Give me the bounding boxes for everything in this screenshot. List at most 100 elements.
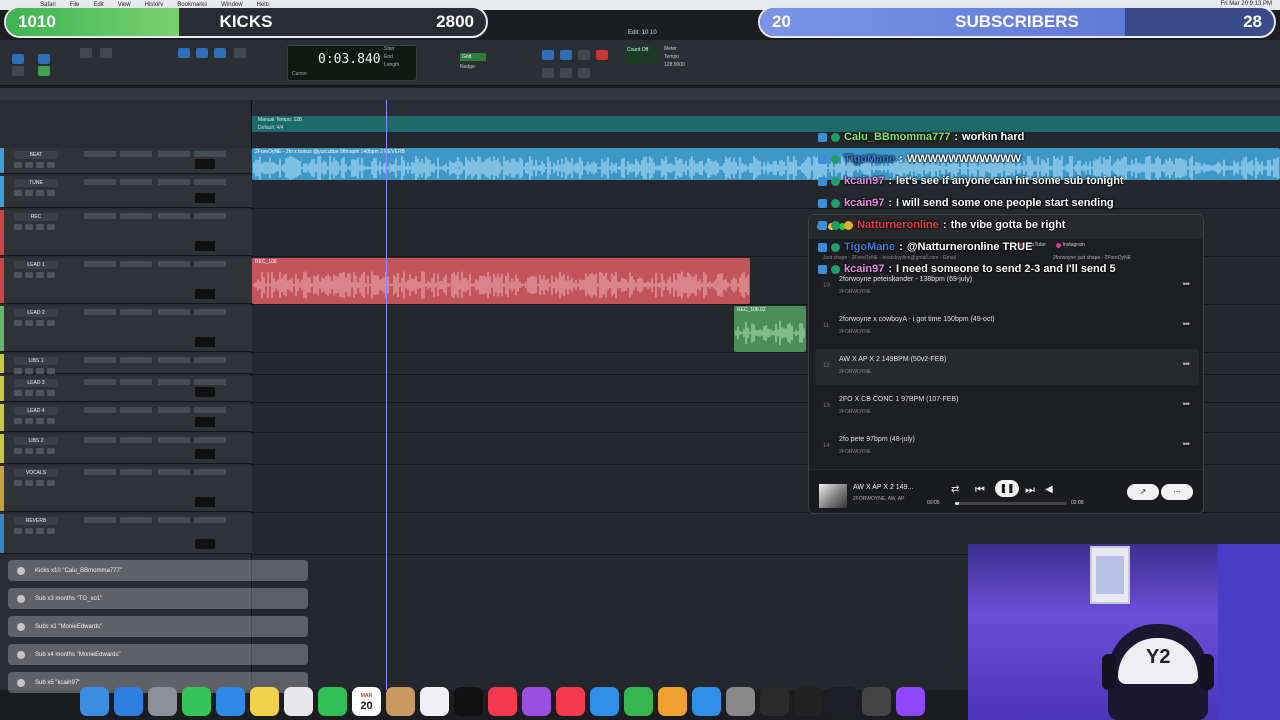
track-artist[interactable]: 2FORWOYNE: [839, 289, 871, 295]
track-row[interactable]: 12 AW X AP X 2 149BPM (50v2-FEB) 2FORWOYNE…: [815, 349, 1199, 385]
more-button[interactable]: ⋯: [1161, 484, 1193, 500]
playhead[interactable]: [386, 100, 387, 690]
insert-slot[interactable]: [158, 517, 190, 523]
insert-slot[interactable]: [84, 357, 116, 363]
input-monitor-button[interactable]: [25, 190, 33, 196]
grabber-tool-button[interactable]: [214, 48, 226, 58]
insert-slot[interactable]: [120, 517, 152, 523]
track-artist[interactable]: 2FORWOYNE: [839, 449, 871, 455]
insert-slot[interactable]: [194, 151, 226, 157]
track-header[interactable]: TUNE: [0, 176, 252, 208]
record-enable-button[interactable]: [14, 418, 22, 424]
chat-username[interactable]: Natturneronline: [857, 217, 939, 233]
track-name[interactable]: REC: [14, 213, 58, 221]
nudge-label[interactable]: Nudge: [460, 64, 475, 70]
pages-app-icon[interactable]: [658, 686, 687, 716]
volume-readout[interactable]: [194, 448, 216, 460]
streamdeck-app-icon[interactable]: [862, 686, 891, 716]
track-name[interactable]: LEAD 3: [14, 379, 58, 387]
volume-readout[interactable]: [194, 386, 216, 398]
track-header[interactable]: VOCALS: [0, 466, 252, 512]
mute-button[interactable]: [47, 480, 55, 486]
share-button[interactable]: ↗: [1127, 484, 1159, 500]
record-enable-button[interactable]: [14, 272, 22, 278]
input-monitor-button[interactable]: [25, 272, 33, 278]
calendar-app-icon[interactable]: MAR 20: [352, 686, 381, 716]
insert-slot[interactable]: [194, 309, 226, 315]
more-options-icon[interactable]: •••: [1183, 399, 1191, 409]
insert-slot[interactable]: [84, 469, 116, 475]
track-header[interactable]: LEAD 4: [0, 404, 252, 432]
grid-label[interactable]: Grid: [460, 53, 486, 61]
slip-mode-button[interactable]: [12, 66, 24, 76]
chat-username[interactable]: TigoMane: [844, 151, 895, 167]
mute-button[interactable]: [47, 190, 55, 196]
insert-slot[interactable]: [120, 407, 152, 413]
track-title[interactable]: 2fo pete 97bpm (48-july): [839, 436, 915, 443]
track-name[interactable]: LEAD 1: [14, 261, 58, 269]
mute-button[interactable]: [47, 272, 55, 278]
volume-icon[interactable]: ◀: [1045, 484, 1053, 495]
trim-tool-button[interactable]: [178, 48, 190, 58]
keynote-app-icon[interactable]: [590, 686, 619, 716]
insert-slot[interactable]: [194, 407, 226, 413]
forward-button[interactable]: [578, 68, 590, 78]
insert-slot[interactable]: [194, 379, 226, 385]
previous-icon[interactable]: ⏮: [975, 484, 985, 497]
track-title[interactable]: AW X AP X 2 149BPM (50v2-FEB): [839, 356, 946, 363]
volume-readout[interactable]: [194, 336, 216, 348]
solo-button[interactable]: [36, 190, 44, 196]
track-name[interactable]: LIBS 2: [14, 437, 58, 445]
insert-slot[interactable]: [84, 213, 116, 219]
record-enable-button[interactable]: [14, 190, 22, 196]
insert-slot[interactable]: [158, 309, 190, 315]
record-enable-button[interactable]: [14, 162, 22, 168]
volume-readout[interactable]: [194, 288, 216, 300]
pause-button[interactable]: ❚❚: [995, 480, 1019, 497]
track-header[interactable]: REC: [0, 210, 252, 256]
selector-tool-button[interactable]: [196, 48, 208, 58]
insert-slot[interactable]: [158, 407, 190, 413]
mail-app-icon[interactable]: [216, 686, 245, 716]
logic-app-icon[interactable]: [760, 686, 789, 716]
insert-slot[interactable]: [84, 261, 116, 267]
insert-slot[interactable]: [120, 213, 152, 219]
track-row[interactable]: 14 2fo pete 97bpm (48-july) 2FORWOYNE •••: [815, 429, 1199, 465]
input-monitor-button[interactable]: [25, 528, 33, 534]
record-enable-button[interactable]: [14, 224, 22, 230]
track-artist[interactable]: 2FORWOYNE: [839, 369, 871, 375]
record-enable-button[interactable]: [14, 368, 22, 374]
solo-button[interactable]: [36, 224, 44, 230]
finder-app-icon[interactable]: [80, 686, 109, 716]
mute-button[interactable]: [47, 320, 55, 326]
settings-app-icon[interactable]: [726, 686, 755, 716]
volume-readout[interactable]: [194, 538, 216, 550]
now-playing-title[interactable]: AW X AP X 2 149...: [853, 484, 913, 491]
track-name[interactable]: LEAD 4: [14, 407, 58, 415]
volume-readout[interactable]: [194, 416, 216, 428]
volume-readout[interactable]: [194, 496, 216, 508]
appletv-app-icon[interactable]: [454, 686, 483, 716]
loop-button[interactable]: [542, 50, 554, 60]
record-enable-button[interactable]: [14, 448, 22, 454]
insert-slot[interactable]: [84, 437, 116, 443]
input-monitor-button[interactable]: [25, 320, 33, 326]
insert-slot[interactable]: [194, 437, 226, 443]
track-row[interactable]: 13 2FO X CB CONC 1 97BPM (107-FEB) 2FORWOY…: [815, 389, 1199, 425]
chat-username[interactable]: Calu_BBmomma777: [844, 129, 950, 145]
mute-button[interactable]: [47, 162, 55, 168]
rewind-button[interactable]: [542, 68, 554, 78]
more-options-icon[interactable]: •••: [1183, 319, 1191, 329]
track-title[interactable]: 2FO X CB CONC 1 97BPM (107-FEB): [839, 396, 958, 403]
insert-slot[interactable]: [84, 517, 116, 523]
insert-slot[interactable]: [158, 437, 190, 443]
mute-button[interactable]: [47, 448, 55, 454]
insert-slot[interactable]: [158, 379, 190, 385]
track-header[interactable]: LEAD 2: [0, 306, 252, 352]
track-name[interactable]: LEAD 2: [14, 309, 58, 317]
volume-readout[interactable]: [194, 240, 216, 252]
input-monitor-button[interactable]: [25, 162, 33, 168]
volume-readout[interactable]: [194, 158, 216, 170]
insert-slot[interactable]: [194, 517, 226, 523]
back-button[interactable]: [560, 68, 572, 78]
